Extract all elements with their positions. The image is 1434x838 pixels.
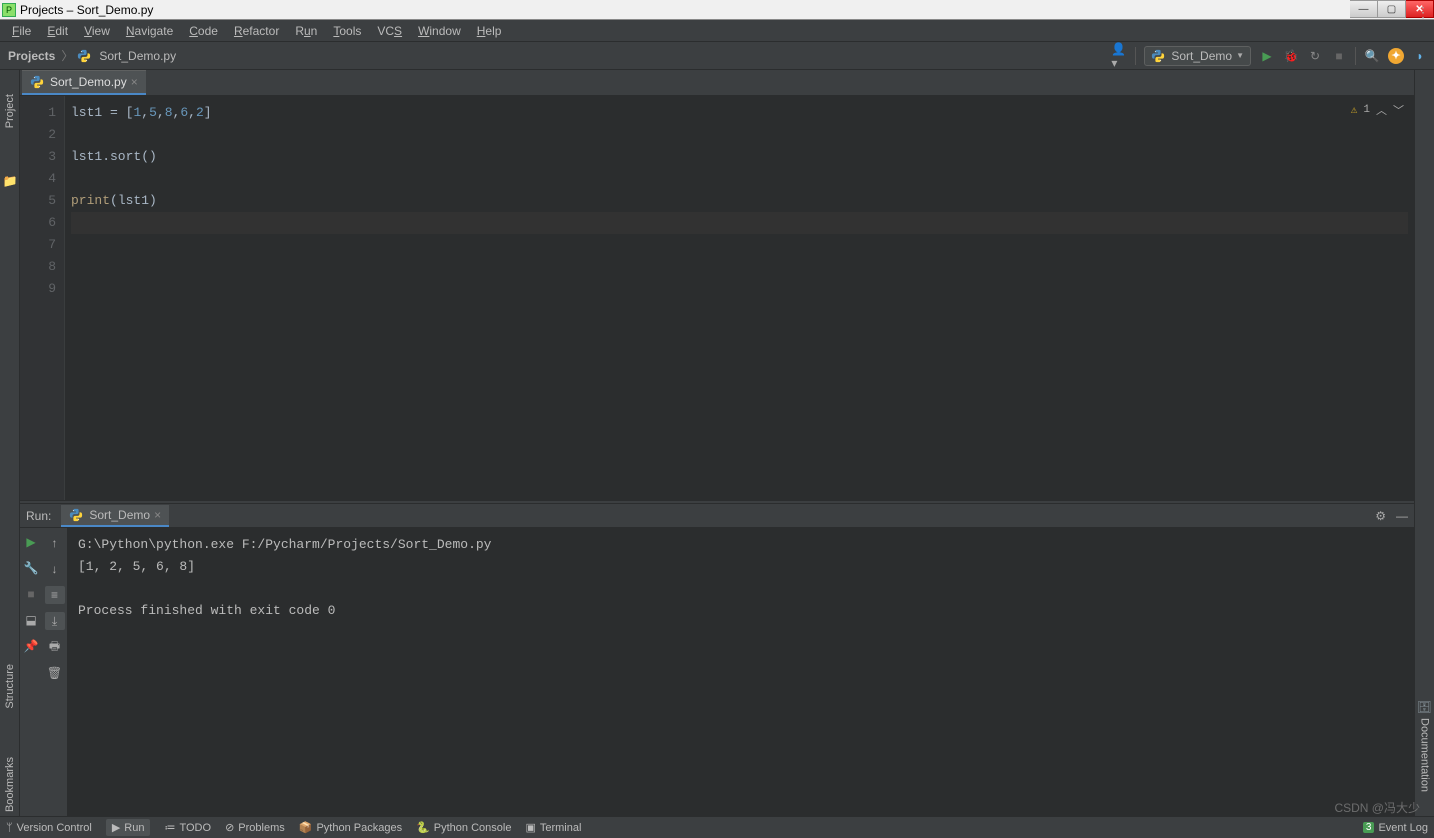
inspections-widget[interactable]: ⚠ 1 ︿ ﹀ — [1351, 102, 1404, 118]
coverage-button[interactable]: ↻ — [1307, 48, 1323, 64]
chevron-down-icon[interactable]: ﹀ — [1393, 102, 1404, 118]
run-hide-icon[interactable]: — — [1396, 509, 1408, 523]
run-tab[interactable]: Sort_Demo × — [61, 505, 169, 527]
chevron-down-icon: ▼ — [1236, 51, 1244, 60]
code-area[interactable]: lst1 = [1,5,8,6,2] lst1.sort() print(lst… — [65, 96, 1414, 500]
ide-features-icon[interactable]: ✦ — [1388, 48, 1404, 64]
pin-icon[interactable]: 📌 — [23, 638, 39, 654]
down-stack-icon[interactable]: ↓ — [45, 560, 65, 578]
stop-button[interactable]: ■ — [1331, 48, 1347, 64]
structure-tool-tab[interactable]: Structure — [3, 660, 17, 713]
menu-vcs[interactable]: VCS — [369, 22, 410, 40]
minimize-button[interactable]: — — [1350, 0, 1378, 18]
app-icon: P — [2, 3, 16, 17]
run-sidebar-secondary: ↑ ↓ ≡ ⤓ 🖶 🗑 — [42, 528, 68, 816]
run-settings-icon[interactable]: ⚙ — [1375, 509, 1386, 523]
main-area: Project 📁 Structure Bookmarks Sort_Demo.… — [0, 70, 1434, 816]
console-line: [1, 2, 5, 6, 8] — [78, 556, 1404, 578]
status-todo[interactable]: ≔ TODO — [164, 821, 211, 834]
chevron-up-icon[interactable]: ︿ — [1376, 102, 1387, 118]
right-tool-gutter: 🗄 Documentation — [1414, 70, 1434, 816]
console-line: G:\Python\python.exe F:/Pycharm/Projects… — [78, 534, 1404, 556]
run-tab-label: Sort_Demo — [89, 508, 150, 522]
soft-wrap-icon[interactable]: ≡ — [45, 586, 65, 604]
menu-help[interactable]: Help — [469, 22, 510, 40]
run-tool-window: Run: Sort_Demo × ⚙ — ▶ 🔧 ■ ⬓ 📌 — [20, 504, 1414, 816]
status-packages[interactable]: 📦 Python Packages — [299, 821, 402, 834]
up-stack-icon[interactable]: ↑ — [45, 534, 65, 552]
python-file-icon — [77, 49, 91, 63]
tab-close-icon[interactable]: × — [131, 75, 138, 89]
warning-count: 1 — [1363, 104, 1370, 116]
warning-icon: ⚠ — [1351, 103, 1358, 117]
python-file-icon — [30, 75, 44, 89]
window-title: Projects – Sort_Demo.py — [20, 3, 1350, 17]
console-line — [78, 578, 1404, 600]
menu-navigate[interactable]: Navigate — [118, 22, 181, 40]
editor-tab-row: Sort_Demo.py × ⋮ — [20, 70, 1414, 96]
event-log[interactable]: Event Log — [1378, 822, 1428, 834]
gutter: 123456789 — [20, 96, 65, 500]
code-with-me-icon[interactable]: ◗ — [1412, 48, 1428, 64]
run-label: Run: — [26, 509, 51, 523]
menu-code[interactable]: Code — [181, 22, 226, 40]
project-tool-tab[interactable]: Project — [3, 90, 17, 132]
rerun-icon[interactable]: ▶ — [23, 534, 39, 550]
nav-bar: Projects 〉 Sort_Demo.py 👤▾ Sort_Demo ▼ ▶… — [0, 42, 1434, 70]
breadcrumb-sep: 〉 — [61, 47, 73, 64]
documentation-tool-tab[interactable]: Documentation — [1418, 714, 1432, 796]
event-count-badge: 3 — [1363, 822, 1375, 833]
watermark: CSDN @冯大少 — [1334, 799, 1420, 816]
user-icon[interactable]: 👤▾ — [1111, 48, 1127, 64]
run-config-selector[interactable]: Sort_Demo ▼ — [1144, 46, 1251, 66]
print-icon[interactable]: 🖶 — [45, 638, 65, 656]
status-bar: ᛘ Version Control ▶ Run ≔ TODO ⊘ Problem… — [0, 816, 1434, 838]
layout-icon[interactable]: ⬓ — [23, 612, 39, 628]
search-icon[interactable]: 🔍 — [1364, 48, 1380, 64]
python-icon — [1151, 49, 1165, 63]
edit-config-icon[interactable]: 🔧 — [23, 560, 39, 576]
status-problems[interactable]: ⊘ Problems — [225, 821, 285, 834]
menu-view[interactable]: View — [76, 22, 118, 40]
bookmarks-tool-tab[interactable]: Bookmarks — [3, 753, 17, 816]
menu-edit[interactable]: Edit — [39, 22, 76, 40]
breadcrumb: Projects 〉 Sort_Demo.py — [6, 47, 1111, 64]
menu-run[interactable]: Run — [287, 22, 325, 40]
run-tab-close-icon[interactable]: × — [154, 508, 161, 522]
menu-refactor[interactable]: Refactor — [226, 22, 287, 40]
python-icon — [69, 508, 83, 522]
run-config-name: Sort_Demo — [1171, 49, 1232, 63]
status-run[interactable]: ▶ Run — [106, 819, 151, 836]
breadcrumb-file[interactable]: Sort_Demo.py — [97, 49, 178, 63]
run-sidebar-primary: ▶ 🔧 ■ ⬓ 📌 — [20, 528, 42, 816]
editor-area: Sort_Demo.py × ⋮ 123456789 lst1 = [1,5,8… — [20, 70, 1414, 500]
menu-bar: File Edit View Navigate Code Refactor Ru… — [0, 20, 1434, 42]
clear-icon[interactable]: 🗑 — [45, 664, 65, 682]
editor-tab-label: Sort_Demo.py — [50, 75, 127, 89]
run-header: Run: Sort_Demo × ⚙ — — [20, 504, 1414, 528]
maximize-button[interactable]: ▢ — [1378, 0, 1406, 18]
left-tool-gutter: Project 📁 Structure Bookmarks — [0, 70, 20, 816]
editor-body[interactable]: 123456789 lst1 = [1,5,8,6,2] lst1.sort()… — [20, 96, 1414, 500]
console-line: Process finished with exit code 0 — [78, 600, 1404, 622]
run-button[interactable]: ▶ — [1259, 48, 1275, 64]
menu-tools[interactable]: Tools — [325, 22, 369, 40]
editor-tabs-menu-icon[interactable]: ⋮ — [1416, 4, 1430, 21]
menu-window[interactable]: Window — [410, 22, 469, 40]
folder-icon[interactable]: 📁 — [3, 174, 17, 188]
status-terminal[interactable]: ▣ Terminal — [525, 821, 581, 834]
console-output[interactable]: G:\Python\python.exe F:/Pycharm/Projects… — [68, 528, 1414, 816]
stop-run-icon[interactable]: ■ — [23, 586, 39, 602]
status-vcs[interactable]: ᛘ Version Control — [6, 822, 92, 834]
database-icon[interactable]: 🗄 — [1417, 700, 1432, 714]
debug-button[interactable]: 🐞 — [1283, 48, 1299, 64]
status-console[interactable]: 🐍 Python Console — [416, 821, 511, 834]
breadcrumb-root[interactable]: Projects — [6, 49, 57, 63]
title-bar: P Projects – Sort_Demo.py — ▢ ✕ — [0, 0, 1434, 20]
menu-file[interactable]: File — [4, 22, 39, 40]
scroll-end-icon[interactable]: ⤓ — [45, 612, 65, 630]
editor-tab[interactable]: Sort_Demo.py × — [22, 70, 146, 95]
